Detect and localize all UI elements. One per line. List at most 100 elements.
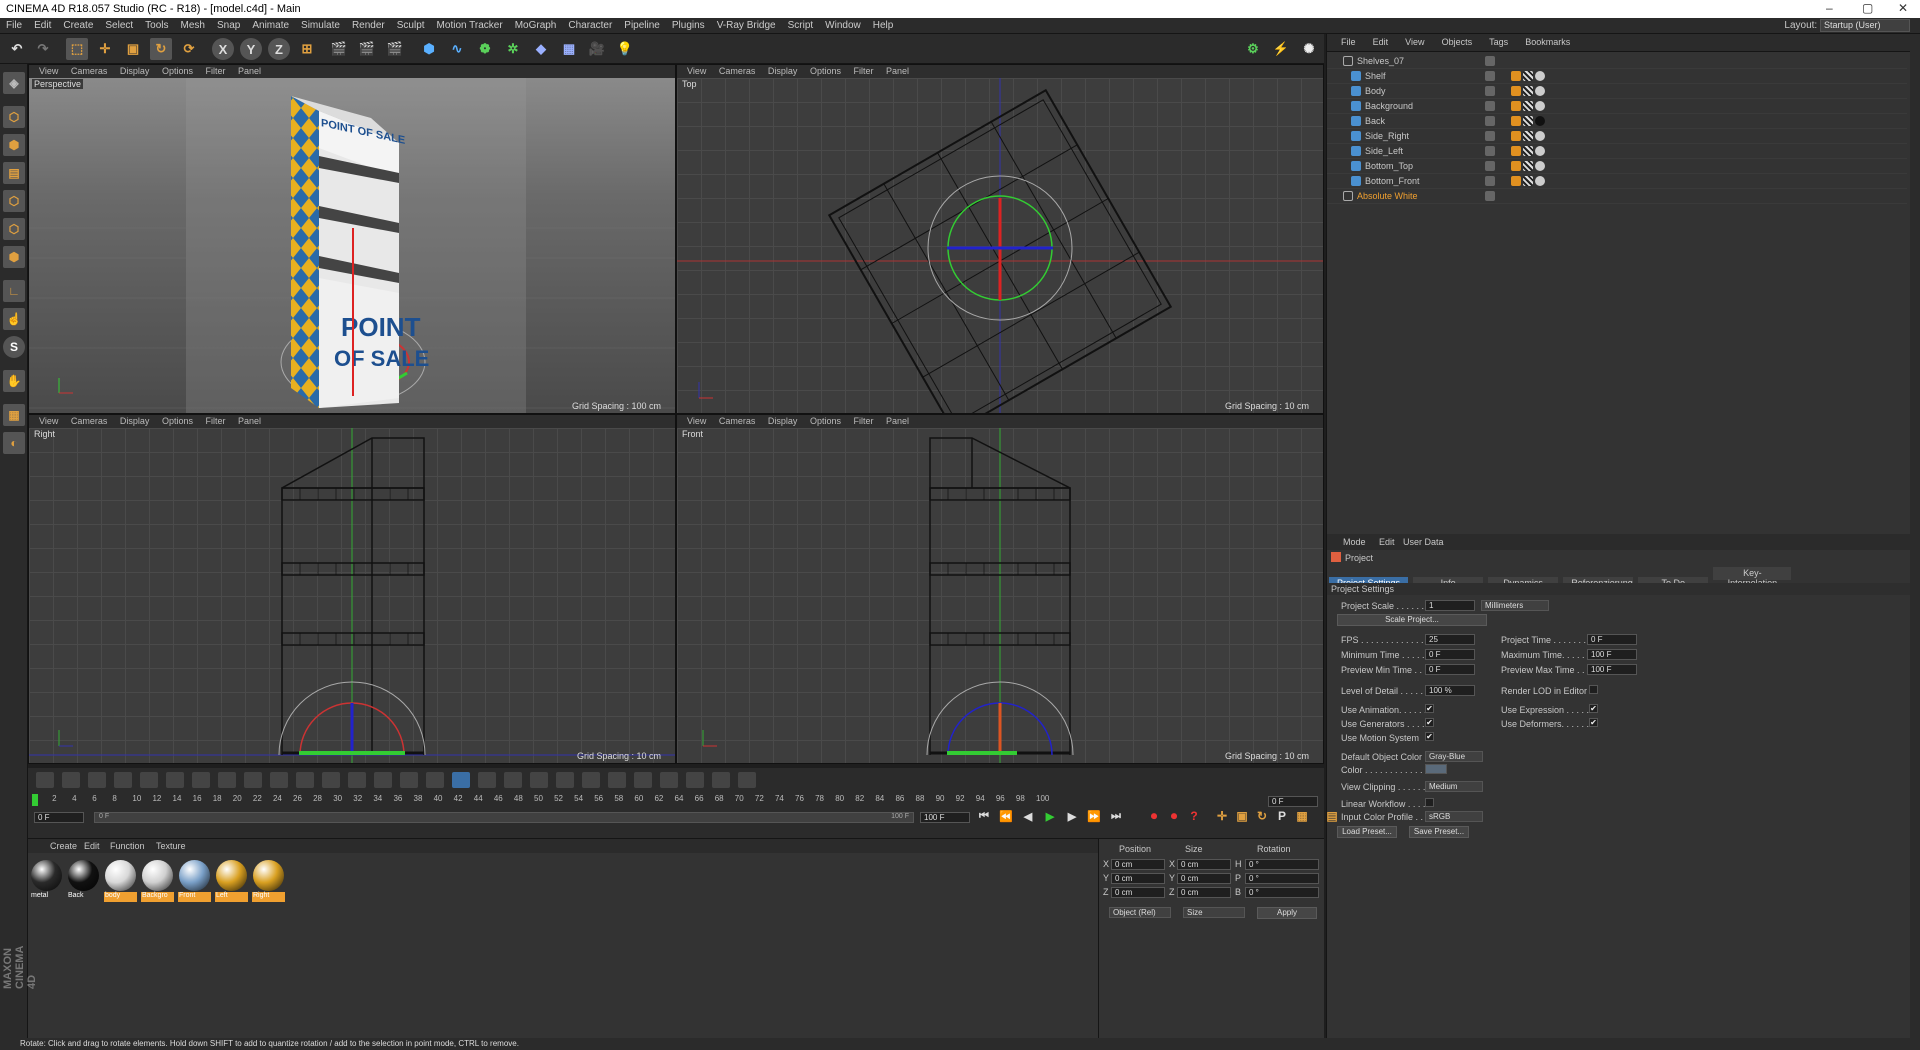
uvw-tag-icon[interactable] xyxy=(1523,161,1533,171)
lock-workplane-icon[interactable]: ✋ xyxy=(3,370,25,392)
preview-min-field[interactable]: 0 F xyxy=(1425,664,1475,675)
render-view-icon[interactable]: 🎬 xyxy=(328,38,350,60)
phong-tag-icon[interactable] xyxy=(1511,131,1521,141)
spline-pen-icon[interactable]: ∿ xyxy=(446,38,468,60)
coord-size-field[interactable]: 0 cm xyxy=(1177,859,1231,870)
menu-simulate[interactable]: Simulate xyxy=(295,18,346,31)
menu-motion-tracker[interactable]: Motion Tracker xyxy=(431,18,509,31)
modeling-tool-icon[interactable] xyxy=(192,772,210,788)
vp-menu-options[interactable]: Options xyxy=(162,415,193,426)
visibility-toggle[interactable] xyxy=(1485,146,1495,156)
tweak-mode-icon[interactable]: ☝ xyxy=(3,308,25,330)
key-position-icon[interactable]: ✛ xyxy=(1214,808,1230,824)
vp-menu-filter[interactable]: Filter xyxy=(853,415,873,426)
coord-position-field[interactable]: 0 cm xyxy=(1111,859,1165,870)
modeling-tool-icon[interactable] xyxy=(88,772,106,788)
goto-end-icon[interactable]: ⏭ xyxy=(1108,808,1124,824)
modeling-tool-icon[interactable] xyxy=(114,772,132,788)
goto-start-icon[interactable]: ⏮ xyxy=(976,808,992,824)
fps-field[interactable]: 25 xyxy=(1425,634,1475,645)
preview-max-field[interactable]: 100 F xyxy=(1587,664,1637,675)
phong-tag-icon[interactable] xyxy=(1511,176,1521,186)
modeling-tool-icon[interactable] xyxy=(348,772,366,788)
linear-workflow-checkbox[interactable] xyxy=(1425,798,1434,807)
uvw-tag-icon[interactable] xyxy=(1523,116,1533,126)
end-frame-field[interactable]: 100 F xyxy=(920,812,970,823)
object-row[interactable]: Background xyxy=(1327,99,1907,114)
material-tag-icon[interactable] xyxy=(1535,161,1545,171)
modeling-tool-icon[interactable] xyxy=(738,772,756,788)
coord-position-field[interactable]: 0 cm xyxy=(1111,887,1165,898)
viewport-front[interactable]: View Cameras Display Options Filter Pane… xyxy=(676,414,1324,764)
record-icon[interactable]: ⏺ xyxy=(1146,808,1162,824)
use-expression-checkbox[interactable]: ✔ xyxy=(1589,704,1598,713)
menu-help[interactable]: Help xyxy=(867,18,900,31)
cube-object-icon[interactable]: ⬢ xyxy=(418,38,440,60)
render-lod-checkbox[interactable] xyxy=(1589,685,1598,694)
modeling-tool-icon[interactable] xyxy=(556,772,574,788)
modeling-tool-icon[interactable] xyxy=(660,772,678,788)
modeling-tool-icon[interactable] xyxy=(400,772,418,788)
vp-menu-filter[interactable]: Filter xyxy=(205,65,225,76)
viewport-perspective[interactable]: View Cameras Display Options Filter Pane… xyxy=(28,64,676,414)
modeling-tool-icon[interactable] xyxy=(426,772,444,788)
edges-mode-icon[interactable]: ⬡ xyxy=(3,218,25,240)
object-row[interactable]: Side_Right xyxy=(1327,129,1907,144)
use-deformers-checkbox[interactable]: ✔ xyxy=(1589,718,1598,727)
mat-menu-texture[interactable]: Texture xyxy=(156,841,186,851)
polygons-mode-icon[interactable]: ⬢ xyxy=(3,246,25,268)
menu-character[interactable]: Character xyxy=(562,18,618,31)
menu-render[interactable]: Render xyxy=(346,18,391,31)
menu-tools[interactable]: Tools xyxy=(139,18,174,31)
material-tag-icon[interactable] xyxy=(1535,86,1545,96)
material-swatch[interactable]: body xyxy=(104,859,137,903)
modeling-tool-icon[interactable] xyxy=(608,772,626,788)
modeling-tool-icon[interactable] xyxy=(478,772,496,788)
use-animation-checkbox[interactable]: ✔ xyxy=(1425,704,1434,713)
close-icon[interactable]: ✕ xyxy=(1898,1,1908,15)
vray-light-icon[interactable]: ⚡ xyxy=(1270,38,1292,60)
vp-menu-panel[interactable]: Panel xyxy=(238,65,261,76)
material-tag-icon[interactable] xyxy=(1535,131,1545,141)
modeling-tool-icon[interactable] xyxy=(218,772,236,788)
material-tag-icon[interactable] xyxy=(1535,71,1545,81)
object-row[interactable]: Absolute White xyxy=(1327,189,1907,204)
color-swatch[interactable] xyxy=(1425,764,1447,774)
om-menu-tags[interactable]: Tags xyxy=(1489,34,1508,47)
model-mode-icon[interactable]: ⬡ xyxy=(3,106,25,128)
modeling-tool-icon[interactable] xyxy=(504,772,522,788)
vp-menu-view[interactable]: View xyxy=(687,65,706,76)
key-param-icon[interactable]: P xyxy=(1274,808,1290,824)
modeling-tool-icon[interactable] xyxy=(270,772,288,788)
attr-menu-user-data[interactable]: User Data xyxy=(1403,537,1444,547)
project-time-field[interactable]: 0 F xyxy=(1587,634,1637,645)
menu-v-ray-bridge[interactable]: V-Ray Bridge xyxy=(711,18,782,31)
planar-workplane-icon[interactable]: ▦ xyxy=(3,404,25,426)
modeling-tool-icon[interactable] xyxy=(582,772,600,788)
material-swatch[interactable]: metal xyxy=(30,859,63,903)
menu-plugins[interactable]: Plugins xyxy=(666,18,711,31)
use-generators-checkbox[interactable]: ✔ xyxy=(1425,718,1434,727)
make-editable-icon[interactable]: ◈ xyxy=(3,72,25,94)
scale-project-button[interactable]: Scale Project... xyxy=(1337,614,1487,626)
material-tag-icon[interactable] xyxy=(1535,116,1545,126)
coord-rotation-field[interactable]: 0 ° xyxy=(1245,859,1319,870)
phong-tag-icon[interactable] xyxy=(1511,146,1521,156)
menu-edit[interactable]: Edit xyxy=(28,18,57,31)
input-profile-dropdown[interactable]: sRGB xyxy=(1425,811,1483,822)
vp-menu-display[interactable]: Display xyxy=(120,415,150,426)
vp-menu-options[interactable]: Options xyxy=(810,415,841,426)
phong-tag-icon[interactable] xyxy=(1511,71,1521,81)
play-icon[interactable]: ▶ xyxy=(1042,808,1058,824)
camera-icon[interactable]: 🎥 xyxy=(586,38,608,60)
om-menu-edit[interactable]: Edit xyxy=(1373,34,1389,47)
save-preset-button[interactable]: Save Preset... xyxy=(1409,826,1469,838)
move-tool-icon[interactable]: ✛ xyxy=(94,38,116,60)
menu-animate[interactable]: Animate xyxy=(246,18,295,31)
vp-menu-view[interactable]: View xyxy=(39,415,58,426)
coord-rotation-field[interactable]: 0 ° xyxy=(1245,887,1319,898)
visibility-toggle[interactable] xyxy=(1485,176,1495,186)
view-clipping-dropdown[interactable]: Medium xyxy=(1425,781,1483,792)
vp-menu-cameras[interactable]: Cameras xyxy=(71,415,108,426)
texture-mode-icon[interactable]: ⬢ xyxy=(3,134,25,156)
